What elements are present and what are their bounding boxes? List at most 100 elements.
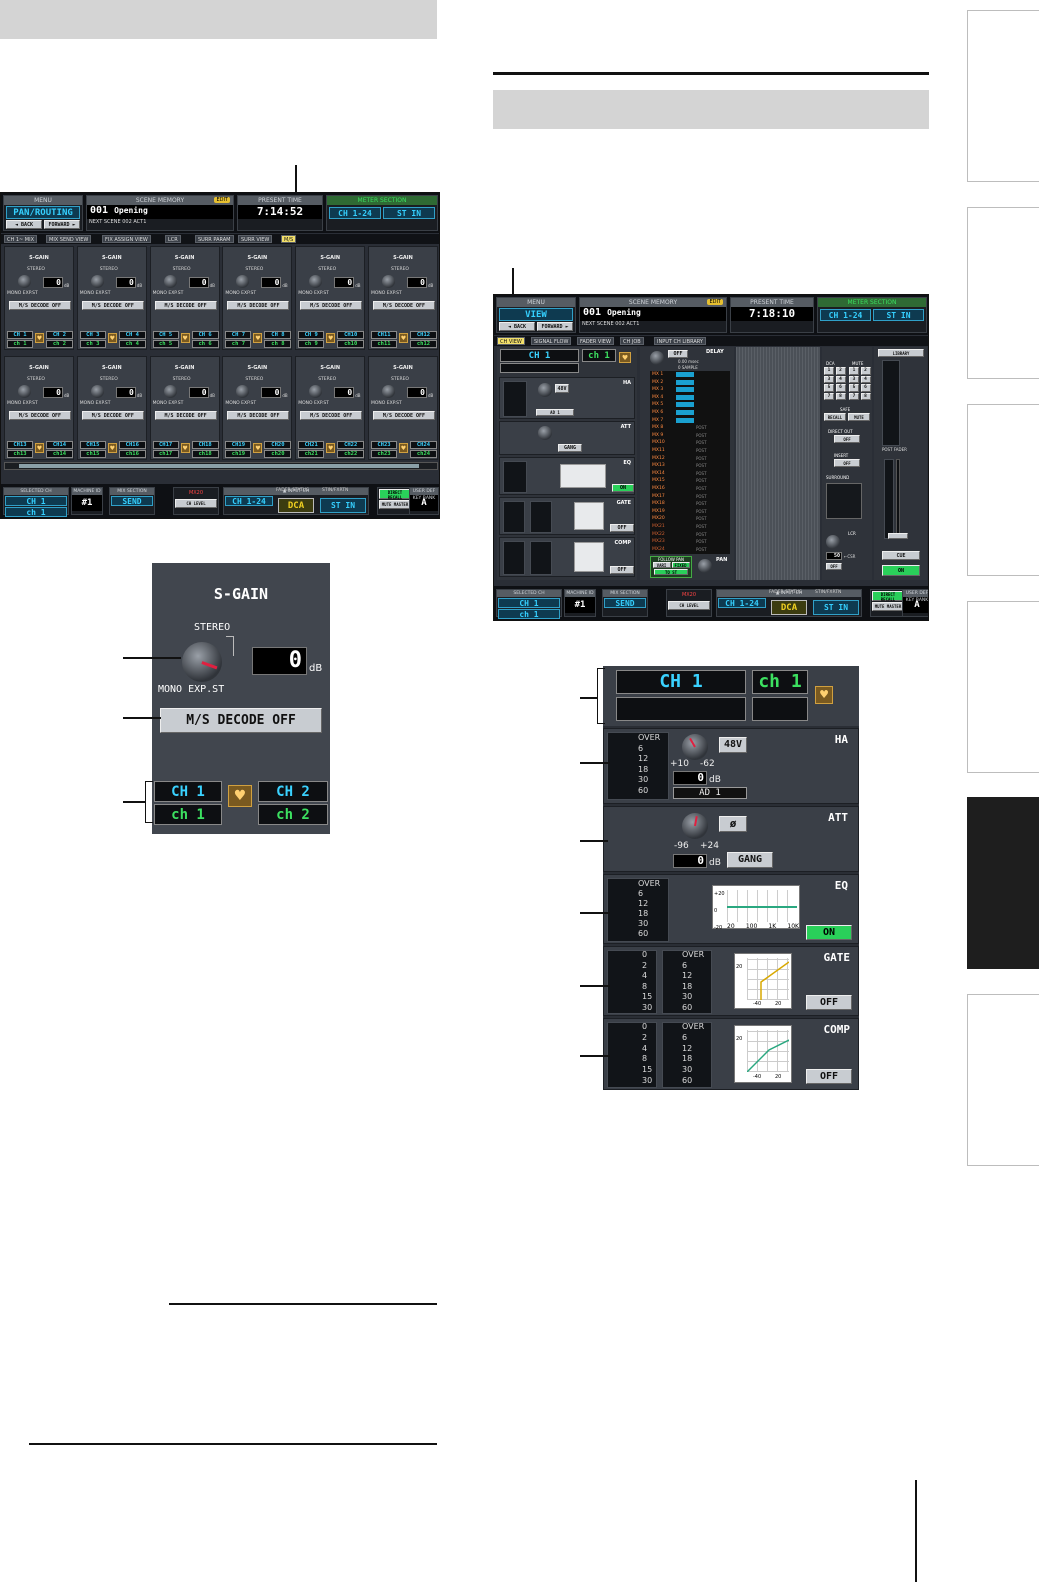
mix-section-cell[interactable]: MIX SECTION SEND [109,487,155,515]
ms-cell-name-a[interactable]: ch15 [79,450,106,458]
ms-cell-value[interactable]: 0 [407,277,427,288]
tab-input-ch-library[interactable]: INPUT CH LIBRARY [654,337,706,345]
scene-memory-cell-right[interactable]: SCENE MEMORY EDIT 001 Opening NEXT SCENE… [579,297,727,333]
ms-cell-value[interactable]: 0 [261,277,282,288]
zoom-eq-on-button[interactable]: ON [806,925,852,940]
dca-button[interactable]: 4 [835,375,846,383]
dca-button[interactable]: 1 [824,367,834,375]
ms-cell-name-a[interactable]: ch13 [7,450,33,458]
ms-cell-value[interactable]: 0 [188,387,209,398]
mini-eq-on[interactable]: ON [612,484,634,492]
zoom-48v-button[interactable]: 48V [719,737,747,753]
ms-cell-name-b[interactable]: ch 6 [191,340,219,348]
mix-name-cell[interactable]: MX20 CH LEVEL [173,487,219,515]
ms-cell-ch-b[interactable]: CH12 [410,331,437,339]
side-tab-3[interactable] [967,404,1039,576]
direct-recall-cell-direct_recall[interactable]: DIRECT RECALL [872,591,904,602]
input-ch-cell-input_ch[interactable]: CH 1-24 [225,496,273,506]
mute-group-button[interactable]: 5 [849,384,859,392]
ms-cell-knob[interactable] [163,275,177,288]
ms-cell-name-a[interactable]: ch19 [225,450,252,458]
tab-ms[interactable]: M/S [281,235,297,243]
to-st-button[interactable]: TO ST [654,569,688,575]
ms-cell-name-a[interactable]: ch 7 [225,340,252,348]
ms-cell-link-icon[interactable]: ♥ [180,443,190,453]
menu-cell-right[interactable]: MENU VIEW ◄ BACK FORWARD ► [496,297,576,333]
mix-section-cell[interactable]: MIX SECTION SEND [602,589,648,617]
ms-cell-ch-b[interactable]: CH20 [264,441,292,449]
mute-group-button[interactable]: 7 [849,392,859,400]
ms-cell-name-a[interactable]: ch21 [298,450,325,458]
mix-send-row[interactable]: MX23 POST [650,538,730,546]
ms-cell-decode-button[interactable]: M/S DECODE OFF [300,411,363,420]
back-button-right[interactable]: ◄ BACK [499,322,535,331]
ms-cell-knob[interactable] [382,275,395,288]
ms-cell-decode-button[interactable]: M/S DECODE OFF [227,301,290,310]
ms-cell-ch-b[interactable]: CH10 [337,331,365,339]
ms-cell-ch-a[interactable]: CH17 [152,441,179,449]
left-foot-dca[interactable]: DCA [278,498,314,513]
zoom-pair-icon[interactable]: ♥ [815,686,833,704]
ms-cell-ch-b[interactable]: CH 2 [46,331,73,339]
tab-ch-view[interactable]: CH VIEW [497,337,525,345]
dca-button[interactable]: 2 [835,367,846,375]
cue-button[interactable]: CUE [882,551,920,560]
meter-ch-button-right[interactable]: CH 1-24 [820,309,871,321]
input-ch-cell[interactable]: ▲ INPUT CH CH 1-24 FADER STATUS DCA STIN/FXR… [223,487,369,515]
ms-cell-ch-b[interactable]: CH 8 [264,331,292,339]
ms-decode-button[interactable]: M/S DECODE OFF [160,708,322,733]
ms-cell-ch-b[interactable]: CH 4 [118,331,146,339]
ms-cell-ch-a[interactable]: CH19 [225,441,252,449]
ms-cell-name-a[interactable]: ch 3 [79,340,106,348]
ms-cell-link-icon[interactable]: ♥ [253,443,263,453]
ms-cell-value[interactable]: 0 [188,277,209,288]
selected-ch-cell[interactable]: SELECTED CH CH 1 ch 1 [496,589,562,619]
ms-cell-name-a[interactable]: ch 1 [7,340,33,348]
ms-cell-ch-a[interactable]: CH11 [371,331,397,339]
tab-mix-send-view[interactable]: MIX SEND VIEW [46,235,92,243]
ms-cell-knob[interactable] [309,275,323,288]
safe-recall-button[interactable]: RECALL [824,413,846,421]
ms-cell-link-icon[interactable]: ♥ [107,443,117,453]
mix-send-row[interactable]: MX 1 [650,371,730,379]
machine-id-cell[interactable]: MACHINE ID #1 [564,589,596,617]
ms-cell-knob[interactable] [163,385,177,398]
direct-recall-cell[interactable]: DIRECT RECALL MUTE MASTER [870,589,906,617]
library-button[interactable]: LIBRARY [878,349,924,357]
direct-out-button[interactable]: OFF [834,435,860,443]
mute-group-button[interactable]: 2 [860,367,871,375]
meter-section-cell[interactable]: METER SECTION CH 1-24 ST IN [326,195,438,231]
zoom-att-value[interactable]: 0 [673,854,707,868]
ms-cell-value[interactable]: 0 [334,387,355,398]
ms-cell-ch-b[interactable]: CH18 [191,441,219,449]
zoom-att-knob[interactable] [682,813,708,839]
ms-cell-name-a[interactable]: ch 5 [152,340,179,348]
tab-ch-mix[interactable]: CH 1~ MIX [4,235,38,243]
left-foot-stin[interactable]: ST IN [320,498,366,513]
forward-button[interactable]: FORWARD ► [44,220,80,229]
mix-name-cell[interactable]: MX20 CH LEVEL [666,589,712,617]
mix-send-row[interactable]: MX10 POST [650,439,730,447]
dca-button[interactable]: 3 [824,375,834,383]
ms-cell-decode-button[interactable]: M/S DECODE OFF [9,411,71,420]
selected-ch-cell-selected_ch_name[interactable]: ch 1 [498,609,560,619]
s-gain-knob[interactable] [182,642,222,682]
name-b-box[interactable]: ch 2 [258,804,328,825]
ms-cell-name-a[interactable]: ch23 [371,450,397,458]
input-ch-cell-input_ch[interactable]: CH 1-24 [718,598,766,608]
zoom-ch-name[interactable]: ch 1 [752,670,808,694]
tab-fix-assign-view[interactable]: FIX ASSIGN VIEW [102,235,151,243]
ms-cell-ch-a[interactable]: CH21 [298,441,325,449]
ms-cell-link-icon[interactable]: ♥ [253,333,263,343]
ms-cell-link-icon[interactable]: ♥ [326,443,336,453]
insert-button[interactable]: OFF [834,459,860,467]
vari-button[interactable]: VARI [652,562,671,568]
ms-cell-name-a[interactable]: ch17 [152,450,179,458]
mute-group-button[interactable]: 8 [860,392,871,400]
mix-send-row[interactable]: MX 3 [650,386,730,394]
horizontal-scrollbar[interactable] [4,462,438,470]
ms-cell-value[interactable]: 0 [115,387,136,398]
ms-cell-ch-b[interactable]: CH 6 [191,331,219,339]
ms-cell-name-b[interactable]: ch16 [118,450,146,458]
mix-section-cell-mix_section[interactable]: SEND [111,496,153,506]
